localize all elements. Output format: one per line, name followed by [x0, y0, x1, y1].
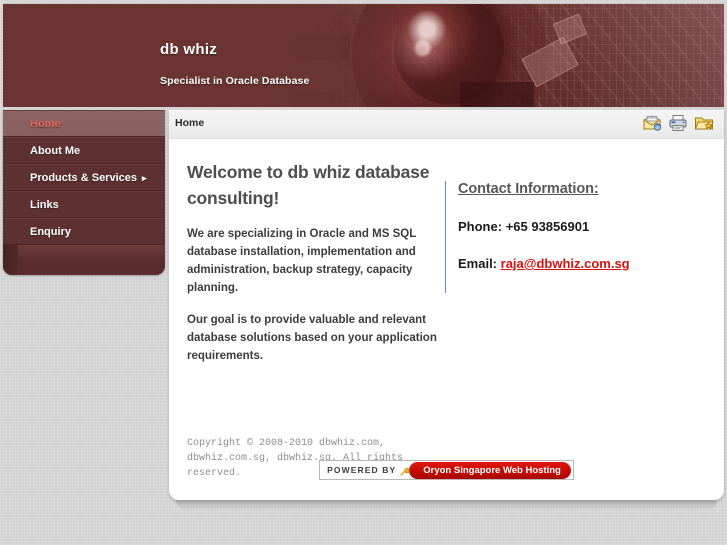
page-root: db whiz Specialist in Oracle Database Ho…	[0, 0, 727, 545]
sidebar-item-enquiry[interactable]: Enquiry	[3, 218, 165, 245]
content-area: Welcome to db whiz database consulting! …	[169, 139, 724, 500]
sidebar-item-products-services[interactable]: Products & Services ▸	[3, 164, 165, 191]
sidebar-footer-strip	[3, 245, 165, 259]
contact-heading: Contact Information:	[458, 181, 599, 197]
sidebar-item-links[interactable]: Links	[3, 191, 165, 218]
content-left-column: Welcome to db whiz database consulting! …	[187, 159, 439, 365]
sidebar-item-label: About Me	[30, 145, 81, 157]
sidebar: Home About Me Products & Services ▸ Links…	[3, 110, 165, 275]
main-panel: Home Welcome to db whiz database consult…	[169, 110, 724, 500]
powered-by-host: Oryon Singapore Web Hosting	[409, 461, 571, 479]
site-header: db whiz Specialist in Oracle Database	[3, 3, 724, 107]
print-page-icon[interactable]	[668, 113, 688, 133]
contact-email-link[interactable]: raja@dbwhiz.com.sg	[501, 256, 630, 271]
contact-panel: Contact Information: Phone: +65 93856901…	[445, 181, 707, 293]
sidebar-item-label: Enquiry	[30, 226, 71, 238]
contact-phone: Phone: +65 93856901	[458, 219, 707, 234]
powered-by-area: POWERED BY Oryon Singapore Web Hosting	[169, 460, 724, 480]
sidebar-item-label: Links	[30, 199, 59, 211]
contact-phone-label: Phone:	[458, 219, 503, 234]
breadcrumb-bar: Home	[169, 110, 724, 139]
powered-by-label: POWERED BY	[327, 465, 397, 475]
contact-email-label: Email:	[458, 256, 498, 271]
sidebar-item-label: Products & Services	[30, 172, 137, 184]
site-title: db whiz	[160, 41, 218, 58]
breadcrumb: Home	[175, 117, 205, 129]
contact-email: Email: raja@dbwhiz.com.sg	[458, 256, 707, 271]
site-tagline: Specialist in Oracle Database	[160, 75, 310, 87]
sidebar-item-home[interactable]: Home	[3, 110, 165, 137]
bookmark-page-icon[interactable]	[694, 113, 714, 133]
page-tools	[642, 113, 714, 133]
intro-paragraph-2: Our goal is to provide valuable and rele…	[187, 314, 437, 362]
main-panel-drop-shadow	[176, 500, 717, 510]
email-page-icon[interactable]	[642, 113, 662, 133]
page-title: Welcome to db whiz database consulting!	[187, 162, 430, 208]
intro-paragraph-1: We are specializing in Oracle and MS SQL…	[187, 228, 417, 294]
sidebar-item-about-me[interactable]: About Me	[3, 137, 165, 164]
contact-phone-value: +65 93856901	[505, 219, 590, 234]
powered-by-badge[interactable]: POWERED BY Oryon Singapore Web Hosting	[319, 460, 574, 480]
plug-icon	[400, 467, 410, 476]
sidebar-nav: Home About Me Products & Services ▸ Links…	[3, 110, 165, 275]
sidebar-item-label: Home	[30, 118, 61, 130]
chevron-right-icon: ▸	[142, 173, 147, 183]
